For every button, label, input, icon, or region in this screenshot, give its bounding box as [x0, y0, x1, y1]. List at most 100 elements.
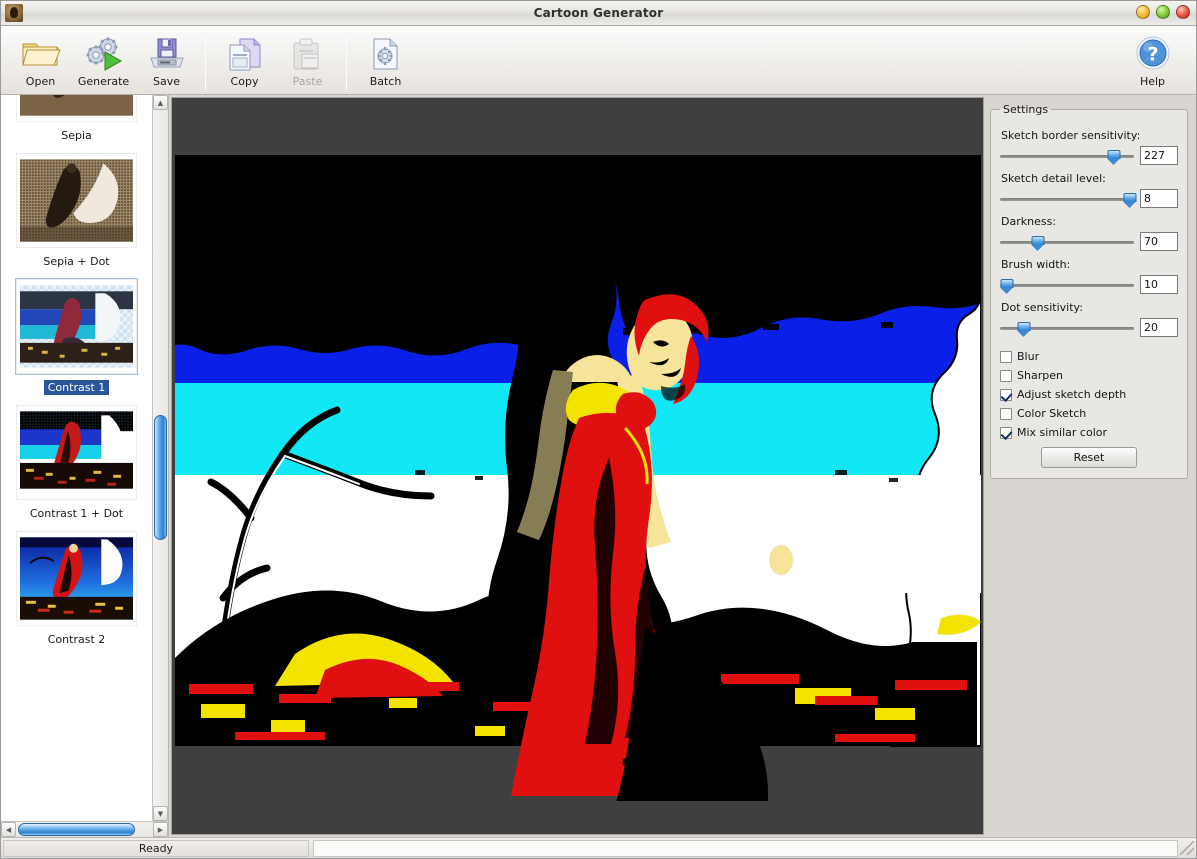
slider-thumb[interactable] — [1017, 321, 1031, 336]
gears-play-icon — [84, 34, 124, 74]
label-sketch-detail-level: Sketch detail level: — [1001, 172, 1106, 185]
vertical-scroll-track[interactable] — [153, 110, 168, 806]
sidebar-vertical-scrollbar[interactable]: ▲ ▼ — [152, 95, 168, 821]
toolbar-button-batch[interactable]: Batch — [354, 30, 417, 92]
clipboard-icon — [288, 34, 328, 74]
label-dot-sensitivity: Dot sensitivity: — [1001, 301, 1083, 314]
label-darkness: Darkness: — [1001, 215, 1057, 228]
minimize-button[interactable] — [1136, 5, 1150, 19]
toolbar-button-save[interactable]: Save — [135, 30, 198, 92]
preset-thumbnail-list[interactable]: Sepia Sepia + Dot Contrast 1 Contrast 1 … — [1, 95, 152, 821]
copy-pages-icon — [225, 34, 265, 74]
thumbnail-frame — [16, 95, 137, 122]
toolbar-button-open[interactable]: Open — [9, 30, 72, 92]
preset-sidebar: Sepia Sepia + Dot Contrast 1 Contrast 1 … — [1, 95, 169, 837]
checkbox-row-sharpen[interactable]: Sharpen — [1000, 366, 1178, 385]
settings-checkbox-group: Blur Sharpen Adjust sketch depth Color S… — [1000, 347, 1178, 442]
close-button[interactable] — [1176, 5, 1190, 19]
window-controls — [1136, 5, 1190, 19]
checkbox-sharpen[interactable] — [1000, 369, 1012, 382]
thumbnail-image-contrast-2 — [20, 537, 133, 620]
toolbar-button-copy[interactable]: Copy — [213, 30, 276, 92]
generated-cartoon-image — [174, 98, 981, 801]
scroll-up-arrow-icon[interactable]: ▲ — [153, 95, 168, 110]
checkbox-mix-similar-color[interactable] — [1000, 426, 1012, 439]
checkbox-label-adjust-sketch-depth: Adjust sketch depth — [1017, 388, 1127, 401]
slider-thumb[interactable] — [1031, 235, 1045, 250]
slider-thumb[interactable] — [1123, 192, 1137, 207]
list-item-sepia[interactable]: Sepia — [1, 95, 152, 147]
settings-fieldset: Settings Sketch border sensitivity: 227 … — [990, 103, 1188, 479]
checkbox-row-color-sketch[interactable]: Color Sketch — [1000, 404, 1178, 423]
horizontal-scroll-thumb[interactable] — [18, 823, 135, 836]
slider-brush-width[interactable] — [1000, 276, 1134, 294]
svg-text:?: ? — [1147, 44, 1158, 66]
checkbox-adjust-sketch-depth[interactable] — [1000, 388, 1012, 401]
window-title: Cartoon Generator — [533, 6, 664, 20]
toolbar-label-open: Open — [25, 75, 56, 88]
slider-track — [1000, 197, 1134, 201]
slider-sketch-detail-level[interactable] — [1000, 190, 1137, 208]
list-item-label: Contrast 1 — [43, 380, 110, 395]
list-item-label: Contrast 1 + Dot — [29, 507, 124, 520]
list-item-label: Sepia + Dot — [43, 255, 110, 268]
maximize-button[interactable] — [1156, 5, 1170, 19]
sidebar-inner: Sepia Sepia + Dot Contrast 1 Contrast 1 … — [1, 95, 168, 821]
toolbar-button-generate[interactable]: Generate — [72, 30, 135, 92]
help-question-icon: ? — [1132, 34, 1174, 74]
checkbox-row-adjust-sketch-depth[interactable]: Adjust sketch depth — [1000, 385, 1178, 404]
slider-thumb[interactable] — [1000, 278, 1014, 293]
list-item-contrast-1[interactable]: Contrast 1 — [1, 273, 152, 399]
value-brush-width[interactable]: 10 — [1140, 275, 1178, 294]
slider-darkness[interactable] — [1000, 233, 1134, 251]
checkbox-label-mix-similar-color: Mix similar color — [1017, 426, 1108, 439]
image-preview-canvas[interactable] — [171, 97, 984, 835]
toolbar-button-help[interactable]: ? Help — [1121, 30, 1184, 92]
horizontal-scroll-track[interactable] — [16, 822, 153, 837]
checkbox-blur[interactable] — [1000, 350, 1012, 363]
toolbar-label-copy: Copy — [230, 75, 259, 88]
main-body: Sepia Sepia + Dot Contrast 1 Contrast 1 … — [1, 95, 1196, 837]
checkbox-row-blur[interactable]: Blur — [1000, 347, 1178, 366]
value-darkness[interactable]: 70 — [1140, 232, 1178, 251]
slider-thumb[interactable] — [1107, 149, 1121, 164]
label-sketch-border-sensitivity: Sketch border sensitivity: — [1001, 129, 1141, 142]
open-folder-icon — [21, 34, 61, 74]
reset-row: Reset — [1000, 447, 1178, 468]
list-item-sepia-dot[interactable]: Sepia + Dot — [1, 147, 152, 273]
title-bar: Cartoon Generator — [1, 1, 1196, 26]
status-message: Ready — [3, 839, 309, 857]
scroll-right-arrow-icon[interactable]: ▶ — [153, 822, 168, 837]
toolbar-separator-2 — [346, 34, 347, 90]
toolbar-label-generate: Generate — [77, 75, 130, 88]
value-sketch-detail-level[interactable]: 8 — [1140, 189, 1178, 208]
toolbar-button-paste[interactable]: Paste — [276, 30, 339, 92]
list-item-contrast-1-dot[interactable]: Contrast 1 + Dot — [1, 399, 152, 525]
checkbox-label-blur: Blur — [1017, 350, 1040, 363]
row-dot-sensitivity: 20 — [1000, 318, 1178, 337]
scroll-left-arrow-icon[interactable]: ◀ — [1, 822, 16, 837]
scroll-down-arrow-icon[interactable]: ▼ — [153, 806, 168, 821]
resize-grip-icon[interactable] — [1180, 841, 1194, 855]
row-darkness: 70 — [1000, 232, 1178, 251]
status-bar: Ready — [1, 837, 1196, 858]
toolbar-separator-1 — [205, 34, 206, 90]
list-item-label: Sepia — [61, 129, 92, 142]
list-item-contrast-2[interactable]: Contrast 2 — [1, 525, 152, 651]
toolbar-label-help: Help — [1139, 75, 1166, 88]
value-sketch-border-sensitivity[interactable]: 227 — [1140, 146, 1178, 165]
checkbox-row-mix-similar-color[interactable]: Mix similar color — [1000, 423, 1178, 442]
vertical-scroll-thumb[interactable] — [154, 415, 167, 540]
slider-dot-sensitivity[interactable] — [1000, 319, 1134, 337]
checkbox-color-sketch[interactable] — [1000, 407, 1012, 420]
thumbnail-frame — [16, 531, 137, 626]
thumbnail-frame — [16, 153, 137, 248]
checkbox-label-sharpen: Sharpen — [1017, 369, 1063, 382]
slider-sketch-border-sensitivity[interactable] — [1000, 147, 1134, 165]
reset-button[interactable]: Reset — [1041, 447, 1137, 468]
sidebar-horizontal-scrollbar[interactable]: ◀ ▶ — [1, 821, 168, 837]
value-dot-sensitivity[interactable]: 20 — [1140, 318, 1178, 337]
checkbox-label-color-sketch: Color Sketch — [1017, 407, 1087, 420]
label-brush-width: Brush width: — [1001, 258, 1071, 271]
thumbnail-frame — [16, 279, 137, 374]
